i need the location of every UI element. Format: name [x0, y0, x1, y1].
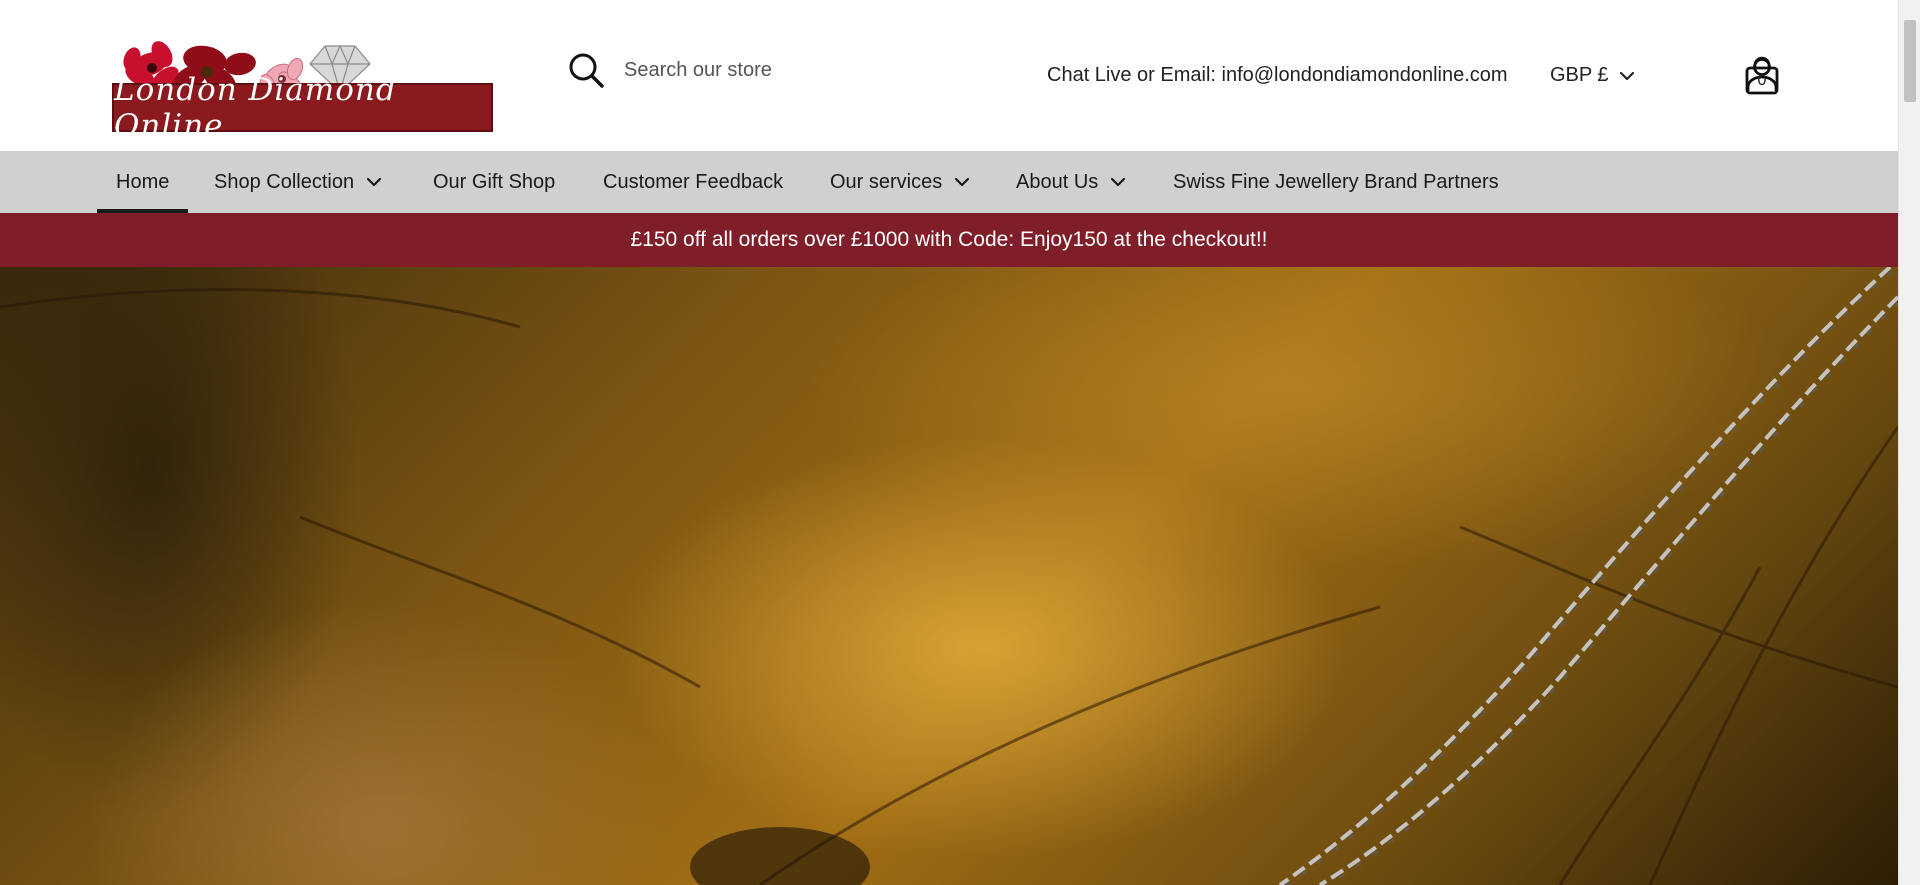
store-logo[interactable]: London Diamond Online	[110, 34, 494, 144]
nav-item-home[interactable]: Home	[96, 151, 189, 213]
cart-count: 0	[1757, 72, 1767, 89]
site-header: London Diamond Online Chat Live or Email…	[0, 0, 1898, 151]
chevron-down-icon	[1111, 177, 1126, 187]
promo-text: £150 off all orders over £1000 with Code…	[630, 228, 1268, 251]
search-input[interactable]	[624, 58, 924, 82]
nav-item-swiss-brand-partners[interactable]: Swiss Fine Jewellery Brand Partners	[1173, 151, 1499, 213]
nav-item-about-us[interactable]: About Us	[1016, 151, 1126, 213]
currency-selector[interactable]: GBP £	[1550, 64, 1635, 87]
main-nav: Home Shop Collection Our Gift Shop Custo…	[0, 151, 1898, 213]
nav-label: Customer Feedback	[603, 170, 784, 193]
logo-text: London Diamond Online	[114, 71, 397, 144]
nav-label: Home	[116, 170, 170, 193]
nav-label: Our Gift Shop	[433, 170, 556, 193]
leaf-chain-illustration	[0, 267, 1898, 885]
contact-info[interactable]: Chat Live or Email: info@londondiamondon…	[1047, 64, 1508, 87]
nav-label: Shop Collection	[214, 170, 355, 193]
search-icon[interactable]	[568, 52, 604, 88]
page-scrollbar[interactable]	[1898, 0, 1920, 885]
chevron-down-icon	[366, 177, 382, 187]
cart-button[interactable]: 0	[1744, 55, 1780, 95]
currency-label: GBP £	[1550, 64, 1609, 86]
search-bar[interactable]	[568, 52, 924, 88]
logo-banner: London Diamond Online	[112, 71, 493, 144]
hero-image[interactable]	[0, 267, 1898, 885]
scroll-thumb[interactable]	[1904, 20, 1916, 102]
promo-banner[interactable]: £150 off all orders over £1000 with Code…	[0, 213, 1898, 267]
nav-label: About Us	[1016, 170, 1099, 193]
nav-label: Swiss Fine Jewellery Brand Partners	[1173, 170, 1499, 193]
nav-item-shop-collection[interactable]: Shop Collection	[214, 151, 382, 213]
nav-item-customer-feedback[interactable]: Customer Feedback	[603, 151, 783, 213]
nav-label: Our services	[830, 170, 943, 193]
nav-item-gift-shop[interactable]: Our Gift Shop	[433, 151, 555, 213]
chevron-down-icon	[1619, 71, 1634, 80]
nav-item-our-services[interactable]: Our services	[830, 151, 970, 213]
chevron-down-icon	[955, 177, 970, 187]
